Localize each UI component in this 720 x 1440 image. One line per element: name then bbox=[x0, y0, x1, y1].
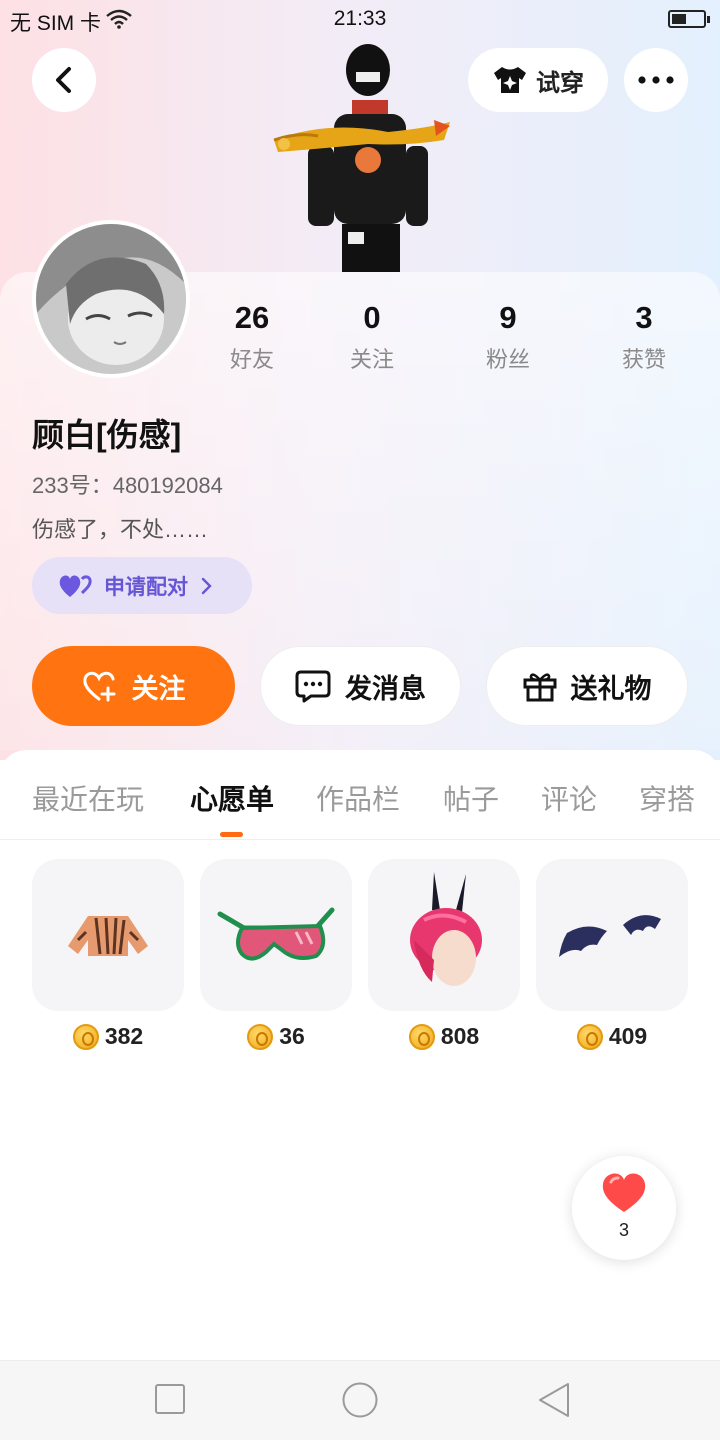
stat-label: 好友 bbox=[229, 347, 274, 372]
profile-stats: 26 好友 0 关注 9 粉丝 3 获赞 bbox=[190, 300, 720, 380]
tab-comments[interactable]: 评论 bbox=[541, 778, 597, 818]
clock: 21:33 bbox=[333, 7, 387, 30]
gift-icon bbox=[523, 673, 556, 702]
battery-icon bbox=[668, 10, 710, 28]
stat-value: 3 bbox=[635, 300, 653, 335]
chevron-left-icon bbox=[56, 67, 71, 93]
send-gift-button[interactable]: 送礼物 bbox=[486, 646, 688, 726]
price-value: 409 bbox=[608, 1023, 648, 1049]
price-value: 382 bbox=[104, 1023, 144, 1049]
stat-following[interactable]: 0 关注 bbox=[312, 300, 432, 374]
gift-label: 送礼物 bbox=[570, 673, 652, 704]
item-price: 409 bbox=[536, 1023, 688, 1050]
more-dots-icon bbox=[638, 76, 674, 84]
profile-name: 顾白[伤感] bbox=[32, 417, 182, 453]
avatar-image bbox=[36, 224, 186, 374]
price-value: 36 bbox=[279, 1023, 305, 1049]
request-pair-button[interactable]: 申请配对 bbox=[32, 557, 252, 614]
tshirt-sparkle-icon bbox=[494, 67, 526, 93]
message-label: 发消息 bbox=[345, 673, 426, 704]
item-tile bbox=[32, 859, 184, 1011]
item-tile bbox=[200, 859, 352, 1011]
like-count: 3 bbox=[618, 1220, 629, 1240]
profile-screen: 无 SIM 卡 21:33 试穿 26 好友 0 关注 9 粉丝 3 获赞 顾白… bbox=[0, 0, 720, 1440]
message-button[interactable]: 发消息 bbox=[260, 646, 461, 726]
more-button[interactable] bbox=[624, 48, 688, 112]
status-bar: 无 SIM 卡 21:33 bbox=[0, 0, 720, 38]
coin-icon bbox=[576, 1023, 603, 1050]
stat-fans[interactable]: 9 粉丝 bbox=[448, 300, 568, 374]
item-price: 808 bbox=[368, 1023, 520, 1050]
price-value: 808 bbox=[440, 1023, 480, 1049]
bat-wings-icon bbox=[559, 915, 661, 957]
tab-recently-played[interactable]: 最近在玩 bbox=[32, 778, 144, 818]
stat-friends[interactable]: 26 好友 bbox=[192, 300, 312, 374]
wishlist-item[interactable]: 382 bbox=[32, 859, 184, 1050]
wishlist-item[interactable]: 36 bbox=[200, 859, 352, 1050]
home-icon[interactable] bbox=[341, 1381, 379, 1419]
stat-label: 粉丝 bbox=[485, 347, 530, 372]
chevron-right-icon bbox=[201, 577, 212, 594]
try-on-button[interactable]: 试穿 bbox=[468, 48, 608, 112]
wishlist-item[interactable]: 409 bbox=[536, 859, 688, 1050]
tab-works[interactable]: 作品栏 bbox=[316, 778, 400, 818]
profile-bio: 伤感了，不处…… bbox=[32, 517, 209, 542]
stat-likes[interactable]: 3 获赞 bbox=[584, 300, 704, 374]
back-nav-icon[interactable] bbox=[536, 1381, 572, 1419]
item-price: 382 bbox=[32, 1023, 184, 1050]
profile-uid: 233号：480192084 bbox=[32, 473, 223, 498]
stat-label: 关注 bbox=[349, 347, 394, 372]
coin-icon bbox=[72, 1023, 99, 1050]
follow-button[interactable]: 关注 bbox=[32, 646, 235, 726]
system-nav-bar bbox=[0, 1360, 720, 1440]
pink-sunglasses-icon bbox=[217, 907, 335, 961]
double-heart-icon bbox=[59, 574, 92, 597]
stat-value: 9 bbox=[499, 300, 517, 335]
chat-bubble-icon bbox=[295, 670, 331, 703]
back-button[interactable] bbox=[32, 48, 96, 112]
tab-bar: 最近在玩 心愿单 作品栏 帖子 评论 穿搭 bbox=[0, 750, 720, 840]
heart-plus-icon bbox=[82, 671, 115, 702]
item-tile bbox=[536, 859, 688, 1011]
heart-icon bbox=[602, 1173, 646, 1212]
stat-value: 0 bbox=[363, 300, 381, 335]
avatar-character bbox=[273, 44, 450, 272]
wishlist-item[interactable]: 808 bbox=[368, 859, 520, 1050]
stat-label: 获赞 bbox=[621, 347, 666, 372]
stat-value: 26 bbox=[234, 300, 270, 335]
tab-indicator bbox=[220, 832, 243, 837]
follow-label: 关注 bbox=[131, 673, 186, 704]
try-on-label: 试穿 bbox=[536, 69, 584, 97]
coin-icon bbox=[408, 1023, 435, 1050]
tab-outfits[interactable]: 穿搭 bbox=[639, 778, 695, 818]
item-price: 36 bbox=[200, 1023, 352, 1050]
item-tile bbox=[368, 859, 520, 1011]
recent-apps-icon[interactable] bbox=[154, 1383, 186, 1415]
coin-icon bbox=[247, 1023, 274, 1050]
tiger-stripe-jacket-icon bbox=[68, 916, 148, 956]
tab-wishlist[interactable]: 心愿单 bbox=[190, 778, 274, 818]
profile-avatar[interactable] bbox=[32, 220, 190, 378]
tab-posts[interactable]: 帖子 bbox=[443, 778, 499, 818]
horned-pink-hair-icon bbox=[410, 872, 482, 986]
action-buttons: 关注 发消息 送礼物 bbox=[32, 646, 688, 726]
like-floating-button[interactable]: 3 bbox=[572, 1156, 676, 1260]
request-pair-label: 申请配对 bbox=[104, 575, 188, 599]
